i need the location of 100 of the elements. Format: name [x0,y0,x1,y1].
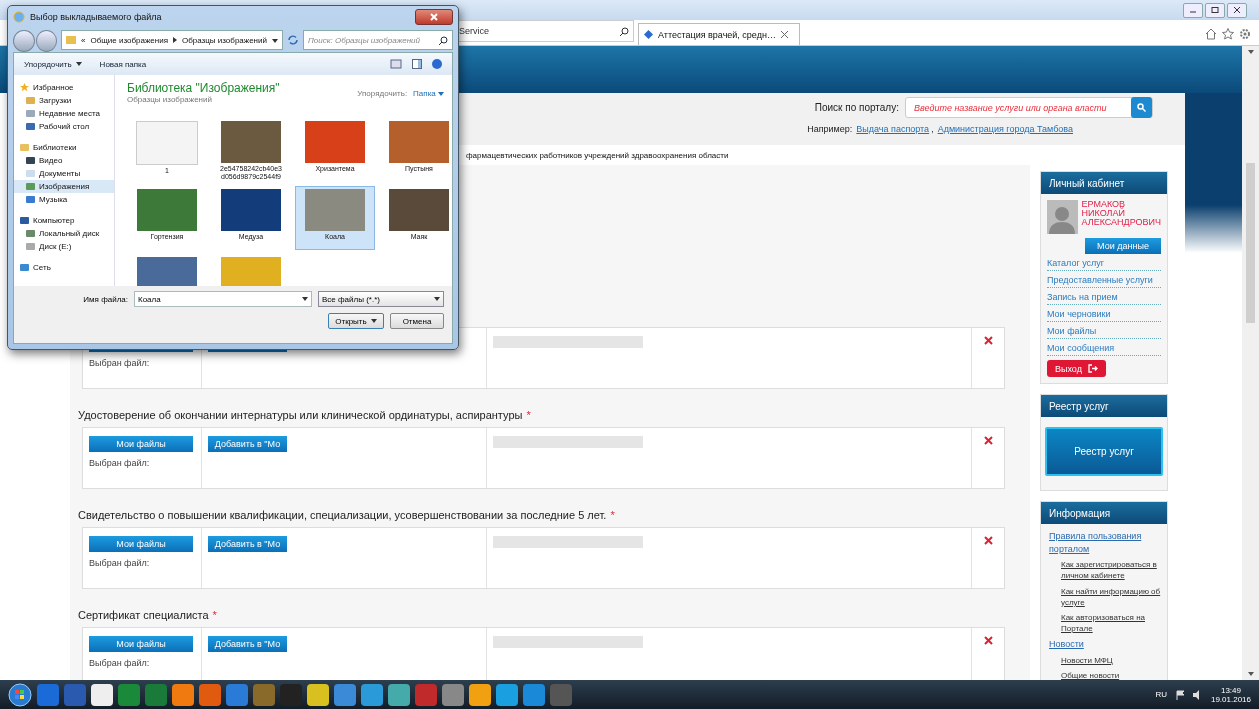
browser-tab[interactable]: Аттестация врачей, средн… [638,23,800,45]
pane-icon[interactable] [412,59,422,69]
example-link[interactable]: Администрация города Тамбова [937,124,1073,134]
language-indicator[interactable]: RU [1155,690,1167,699]
nav-item[interactable]: Документы [14,167,114,180]
info-sublink[interactable]: Как зарегистрироваться в личном кабинете [1047,559,1161,582]
nav-item[interactable]: Музыка [14,193,114,206]
my-files-button[interactable]: Мои файлы [89,636,193,652]
picture-icon [26,182,35,191]
nav-item[interactable]: Избранное [14,81,114,94]
nav-item[interactable]: Диск (E:) [14,240,114,253]
toolbar-button[interactable]: Новая папка [99,59,147,69]
add-button[interactable]: Добавить в "Мо [208,436,287,452]
field-label: Удостоверение об окончании интернатуры или клинической ординатуры, аспирантуры * [77,409,532,421]
nav-item[interactable]: Локальный диск [14,227,114,240]
help-icon[interactable] [432,59,442,69]
refresh-icon[interactable] [287,34,299,46]
app-icon[interactable] [172,683,194,706]
cabinet-link[interactable]: Мои черновики [1047,309,1161,322]
close-icon[interactable] [983,536,993,545]
star-icon[interactable] [1222,28,1234,40]
add-button[interactable]: Добавить в "Мо [208,636,287,652]
field-label: Свидетельство о повышении квалификации, специализации, усовершенствовании за последние 5 лет. * [77,509,616,521]
caret-icon [75,62,82,66]
caret-icon [370,319,377,323]
logout-button[interactable]: Выход [1047,360,1106,377]
view-icon[interactable] [390,59,402,69]
close-button[interactable] [415,9,453,25]
clock[interactable]: 13:49 19.01.2016 [1210,685,1251,704]
filter-dropdown[interactable]: Все файлы (*.*) [318,291,444,307]
close-icon [430,13,438,21]
info-link[interactable]: Правила пользования порталом [1047,530,1161,556]
example-link[interactable]: Выдача паспорта [856,124,930,134]
my-data-button[interactable]: Мои данные [1085,238,1161,254]
app-icon[interactable] [307,683,329,706]
separator: , [931,124,934,134]
photo-placeholder [221,121,281,163]
nav-item[interactable]: Загрузки [14,94,114,107]
nav-item[interactable]: Изображения [14,180,114,193]
info-sublink[interactable]: Как найти информацию об услуге [1047,585,1161,608]
globe-icon [13,11,25,23]
diamond-icon [644,30,653,39]
close-icon[interactable] [780,31,788,38]
nav-item[interactable]: Компьютер [14,214,114,227]
close-icon[interactable] [983,636,993,645]
info-sublink[interactable]: Общие новости [1047,670,1161,682]
exit-icon [1087,364,1098,373]
cabinet-link[interactable]: Мои файлы [1047,326,1161,339]
selected-file-label: Выбран файл: [89,458,151,468]
avatar-silhouette [1047,200,1078,234]
app-icon[interactable] [469,683,491,706]
registry-button[interactable]: Реестр услуг [1045,427,1163,476]
cabinet-link[interactable]: Мои сообщения [1047,343,1161,356]
scroll-thumb[interactable] [1246,163,1255,323]
nav-item[interactable]: Рабочий стол [14,120,114,133]
my-files-button[interactable]: Мои файлы [89,436,193,452]
app-icon[interactable] [388,683,410,706]
nav-item[interactable]: Сеть [14,261,114,274]
cabinet-link[interactable]: Каталог услуг [1047,258,1161,271]
cabinet-link[interactable]: Предоставленные услуги [1047,275,1161,288]
close-icon[interactable] [983,336,993,345]
library-title: Библиотека "Изображения" [127,81,280,95]
close-icon[interactable] [1227,2,1247,18]
open-button[interactable]: Открыть [328,313,384,329]
add-button[interactable]: Добавить в "Мо [208,536,287,552]
search-icon [439,35,448,45]
cancel-button[interactable]: Отмена [390,313,444,329]
home-icon[interactable] [1205,28,1217,40]
nav-item[interactable]: Видео [14,154,114,167]
settings-icon[interactable] [1239,28,1251,40]
document-icon [26,169,35,178]
panel-title: Реестр услуг [1041,395,1167,417]
caret-icon [1247,50,1254,54]
my-files-button[interactable]: Мои файлы [89,536,193,552]
photo-placeholder [389,121,449,163]
start-orb-icon[interactable] [8,682,32,707]
path-field[interactable]: « Общие изображения Образцы изображений [61,30,283,50]
arrange-dropdown[interactable]: Папка [413,89,444,98]
nav-item[interactable]: Недавние места [14,107,114,120]
maximize-icon[interactable] [1205,2,1225,18]
nav-item[interactable]: Библиотеки [14,141,114,154]
search-field[interactable]: Поиск: Образцы изображений [303,30,453,50]
filename-field[interactable]: Коала [134,291,312,307]
flag-icon[interactable] [1174,689,1185,700]
close-icon[interactable] [983,436,993,445]
dialog-title: Выбор выкладываемого файла [30,12,162,22]
search-field[interactable]: Введите название услуги или органа власти [905,97,1153,118]
info-sublink[interactable]: Как авторизоваться на Портале [1047,611,1161,635]
monitor-icon [26,122,35,131]
document-thumbnail [136,121,198,165]
app-icon[interactable] [91,683,113,706]
path-segment[interactable]: Образцы изображений [182,35,267,45]
photo-placeholder [221,189,281,231]
info-sublink[interactable]: Новости МФЦ [1047,654,1161,667]
toolbar-button[interactable]: Упорядочить [24,59,82,69]
info-link[interactable]: Новости [1047,638,1161,651]
search-button[interactable] [1131,97,1152,118]
path-segment[interactable]: Общие изображения [90,35,168,45]
field-label: Сертификат специалиста * [77,609,218,621]
cabinet-link[interactable]: Запись на прием [1047,292,1161,305]
